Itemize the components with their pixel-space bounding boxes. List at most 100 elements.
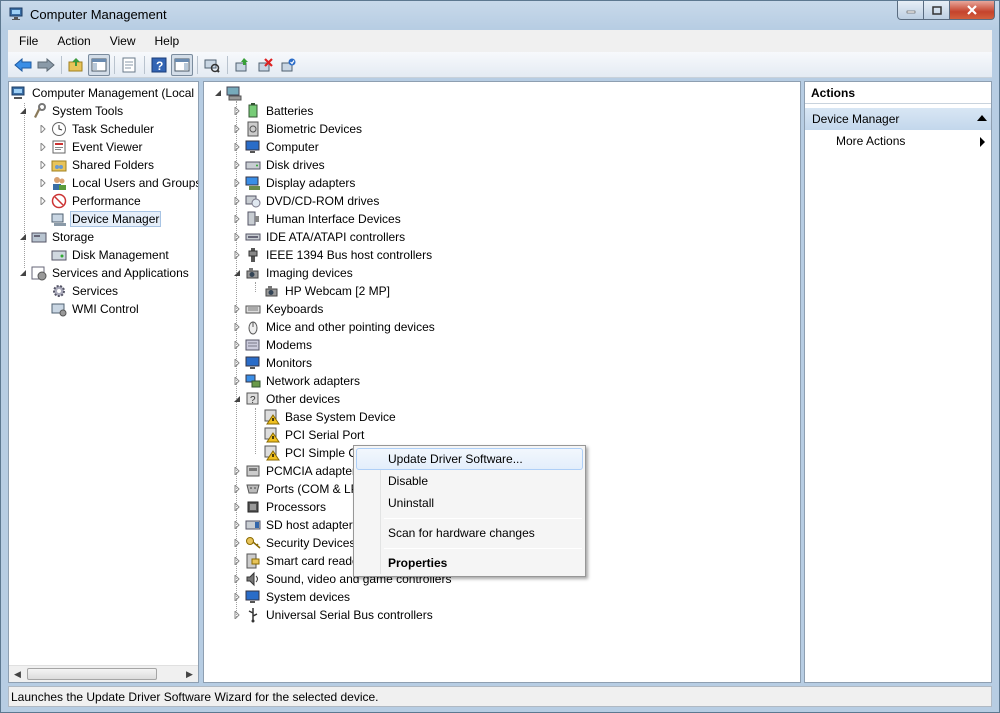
menu-help[interactable]: Help: [144, 34, 188, 48]
enable-device-button[interactable]: [277, 54, 299, 76]
expanded-arrow-icon[interactable]: [232, 268, 242, 278]
device-smart-card-readers[interactable]: Smart card reade: [232, 552, 361, 570]
device-mice-pointing-devices[interactable]: Mice and other pointing devices: [232, 318, 437, 336]
collapsed-arrow-icon[interactable]: [232, 466, 242, 476]
device-security-devices[interactable]: Security Devices: [232, 534, 357, 552]
menu-scan-hardware-changes[interactable]: Scan for hardware changes: [356, 522, 583, 544]
device-dvd-cd-rom-drives[interactable]: DVD/CD-ROM drives: [232, 192, 381, 210]
collapsed-arrow-icon[interactable]: [232, 520, 242, 530]
expanded-arrow-icon[interactable]: [213, 88, 223, 98]
scroll-right-button[interactable]: ▶: [181, 666, 198, 682]
tree-item-storage[interactable]: Storage: [18, 228, 96, 246]
device-sd-host-adapters[interactable]: SD host adapters: [232, 516, 361, 534]
tree-item-device-manager[interactable]: Device Manager: [51, 210, 162, 228]
tree-item-computer-management[interactable]: Computer Management (Local: [11, 84, 196, 102]
collapsed-arrow-icon[interactable]: [38, 124, 48, 134]
collapsed-arrow-icon[interactable]: [38, 196, 48, 206]
expanded-arrow-icon[interactable]: [18, 268, 28, 278]
collapsed-arrow-icon[interactable]: [232, 484, 242, 494]
collapsed-arrow-icon[interactable]: [232, 538, 242, 548]
collapsed-arrow-icon[interactable]: [38, 178, 48, 188]
collapsed-arrow-icon[interactable]: [232, 574, 242, 584]
device-ide-ata-atapi-controllers[interactable]: IDE ATA/ATAPI controllers: [232, 228, 407, 246]
collapsed-arrow-icon[interactable]: [232, 214, 242, 224]
collapse-up-icon[interactable]: [977, 115, 987, 121]
collapsed-arrow-icon[interactable]: [232, 340, 242, 350]
device-computer[interactable]: Computer: [232, 138, 321, 156]
device-pci-simple-communications[interactable]: PCI Simple C: [251, 444, 359, 462]
tree-item-task-scheduler[interactable]: Task Scheduler: [38, 120, 156, 138]
tree-item-system-tools[interactable]: System Tools: [18, 102, 125, 120]
device-pcmcia-adapters[interactable]: PCMCIA adapter: [232, 462, 358, 480]
close-button[interactable]: [950, 1, 995, 20]
scrollbar-thumb[interactable]: [27, 668, 157, 680]
device-pci-serial-port[interactable]: PCI Serial Port: [251, 426, 366, 444]
scan-hardware-button[interactable]: [201, 54, 223, 76]
device-monitors[interactable]: Monitors: [232, 354, 314, 372]
device-modems[interactable]: Modems: [232, 336, 314, 354]
forward-button[interactable]: [35, 54, 57, 76]
device-imaging-devices[interactable]: Imaging devices: [232, 264, 355, 282]
menu-update-driver-software[interactable]: Update Driver Software...: [356, 448, 583, 470]
up-one-level-button[interactable]: [65, 54, 87, 76]
collapsed-arrow-icon[interactable]: [232, 376, 242, 386]
title-bar[interactable]: Computer Management: [1, 1, 999, 29]
collapsed-arrow-icon[interactable]: [232, 556, 242, 566]
device-biometric-devices[interactable]: Biometric Devices: [232, 120, 364, 138]
collapsed-arrow-icon[interactable]: [232, 502, 242, 512]
expanded-arrow-icon[interactable]: [18, 232, 28, 242]
menu-view[interactable]: View: [99, 34, 144, 48]
device-ports-com-lpt[interactable]: Ports (COM & LP: [232, 480, 361, 498]
collapsed-arrow-icon[interactable]: [232, 322, 242, 332]
device-batteries[interactable]: Batteries: [232, 102, 315, 120]
maximize-button[interactable]: [924, 1, 950, 20]
collapsed-arrow-icon[interactable]: [232, 142, 242, 152]
collapsed-arrow-icon[interactable]: [232, 358, 242, 368]
device-network-adapters[interactable]: Network adapters: [232, 372, 362, 390]
tree-item-disk-management[interactable]: Disk Management: [51, 246, 171, 264]
show-hide-console-tree-button[interactable]: [88, 53, 110, 76]
menu-action[interactable]: Action: [46, 34, 98, 48]
expanded-arrow-icon[interactable]: [18, 106, 28, 116]
menu-properties[interactable]: Properties: [356, 552, 583, 574]
menu-disable[interactable]: Disable: [356, 470, 583, 492]
tree-item-local-users-groups[interactable]: Local Users and Groups: [38, 174, 198, 192]
help-button[interactable]: ?: [148, 54, 170, 76]
collapsed-arrow-icon[interactable]: [232, 196, 242, 206]
menu-file[interactable]: File: [8, 34, 46, 48]
horizontal-scrollbar[interactable]: ◀ ▶: [9, 665, 198, 682]
expanded-arrow-icon[interactable]: [232, 394, 242, 404]
collapsed-arrow-icon[interactable]: [232, 106, 242, 116]
device-human-interface-devices[interactable]: Human Interface Devices: [232, 210, 403, 228]
collapsed-arrow-icon[interactable]: [232, 160, 242, 170]
tree-item-services-applications[interactable]: Services and Applications: [18, 264, 191, 282]
device-system-devices[interactable]: System devices: [232, 588, 352, 606]
collapsed-arrow-icon[interactable]: [232, 304, 242, 314]
device-hp-webcam[interactable]: HP Webcam [2 MP]: [251, 282, 392, 300]
collapsed-arrow-icon[interactable]: [232, 232, 242, 242]
collapsed-arrow-icon[interactable]: [232, 592, 242, 602]
device-display-adapters[interactable]: Display adapters: [232, 174, 357, 192]
console-tree-pane[interactable]: Computer Management (Local System Tools …: [8, 81, 199, 683]
device-universal-serial-bus-controllers[interactable]: Universal Serial Bus controllers: [232, 606, 435, 624]
tree-item-performance[interactable]: Performance: [38, 192, 143, 210]
collapsed-arrow-icon[interactable]: [232, 610, 242, 620]
back-button[interactable]: [12, 54, 34, 76]
menu-uninstall[interactable]: Uninstall: [356, 492, 583, 514]
device-base-system-device[interactable]: Base System Device: [251, 408, 398, 426]
minimize-button[interactable]: [897, 1, 924, 20]
device-ieee-1394-bus-host-controllers[interactable]: IEEE 1394 Bus host controllers: [232, 246, 434, 264]
collapsed-arrow-icon[interactable]: [232, 124, 242, 134]
tree-item-event-viewer[interactable]: Event Viewer: [38, 138, 144, 156]
uninstall-device-button[interactable]: [254, 54, 276, 76]
tree-item-wmi-control[interactable]: WMI Control: [51, 300, 141, 318]
collapsed-arrow-icon[interactable]: [232, 250, 242, 260]
tree-item-computer-root[interactable]: [213, 84, 245, 102]
device-other-devices[interactable]: ? Other devices: [232, 390, 342, 408]
device-disk-drives[interactable]: Disk drives: [232, 156, 327, 174]
tree-item-services[interactable]: Services: [51, 282, 120, 300]
actions-section-device-manager[interactable]: Device Manager: [805, 108, 991, 130]
device-keyboards[interactable]: Keyboards: [232, 300, 325, 318]
tree-item-shared-folders[interactable]: Shared Folders: [38, 156, 156, 174]
more-actions-item[interactable]: More Actions: [836, 134, 991, 152]
